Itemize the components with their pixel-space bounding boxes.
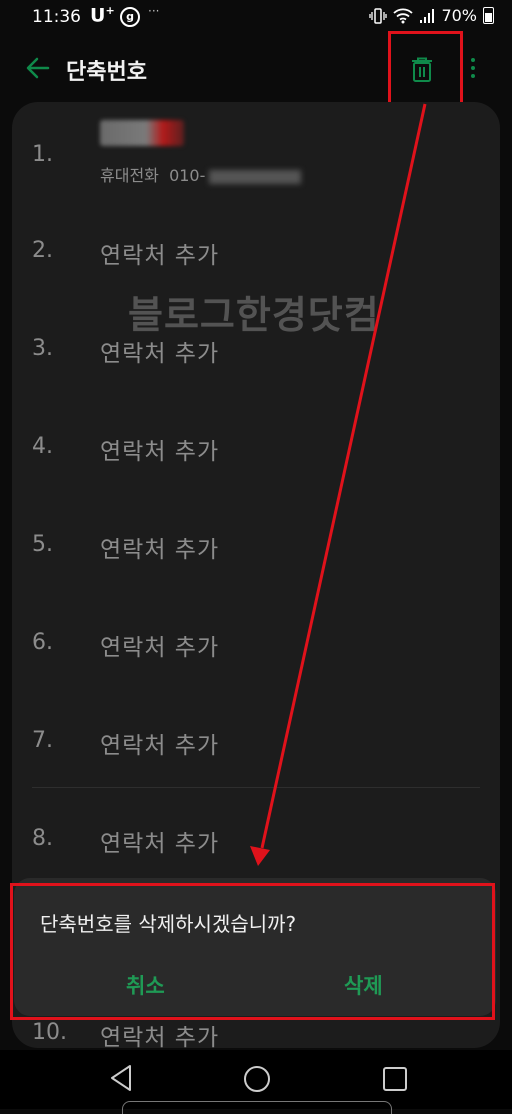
- carrier-logo: U+: [90, 4, 115, 27]
- speed-dial-number: 2.: [32, 238, 53, 263]
- speed-dial-number: 3.: [32, 336, 53, 361]
- nav-home-icon[interactable]: [244, 1066, 270, 1092]
- contact-type: 휴대전화: [100, 166, 159, 185]
- trash-highlight-box: [388, 31, 463, 105]
- list-item[interactable]: 6. 연락처 추가: [12, 592, 500, 690]
- back-arrow-icon[interactable]: [24, 54, 52, 82]
- page-title: 단축번호: [66, 60, 147, 85]
- speed-dial-number: 1.: [32, 142, 53, 167]
- add-contact-label: 연락처 추가: [100, 733, 220, 759]
- vibrate-icon: [369, 7, 388, 24]
- status-bar: 11:36 U+ g ··· 70%: [0, 0, 512, 34]
- battery-icon: [483, 7, 494, 24]
- add-contact-label: 연락처 추가: [100, 635, 220, 661]
- more-vert-icon[interactable]: [468, 54, 478, 84]
- status-time: 11:36: [32, 7, 81, 27]
- add-contact-label: 연락처 추가: [100, 341, 220, 367]
- list-item[interactable]: 8. 연락처 추가: [12, 788, 500, 886]
- more-notifications-icon: ···: [148, 4, 160, 18]
- speed-dial-number: 10.: [32, 1020, 67, 1045]
- speed-dial-number: 8.: [32, 826, 53, 851]
- contact-detail: 휴대전화 010-: [100, 162, 302, 186]
- blurred-phone-number: [209, 169, 302, 184]
- list-item[interactable]: 4. 연락처 추가: [12, 396, 500, 494]
- add-contact-label: 연락처 추가: [100, 1025, 220, 1048]
- add-contact-label: 연락처 추가: [100, 537, 220, 563]
- nav-recent-icon[interactable]: [383, 1067, 407, 1091]
- status-indicators: 70%: [369, 6, 494, 25]
- list-item[interactable]: 5. 연락처 추가: [12, 494, 500, 592]
- nav-back-icon[interactable]: [108, 1064, 134, 1092]
- watermark: 블로그한경닷컴: [128, 293, 380, 337]
- signal-icon: [420, 8, 435, 23]
- list-item[interactable]: 1. 휴대전화 010-: [12, 102, 500, 200]
- list-item[interactable]: 7. 연락처 추가: [12, 690, 500, 788]
- speed-dial-number: 6.: [32, 630, 53, 655]
- speed-dial-number: 5.: [32, 532, 53, 557]
- dialog-highlight-box: [10, 883, 495, 1020]
- add-contact-label: 연락처 추가: [100, 439, 220, 465]
- carrier-badge-icon: g: [120, 7, 140, 27]
- battery-percent: 70%: [441, 6, 477, 25]
- wifi-icon: [393, 8, 414, 23]
- speed-dial-number: 4.: [32, 434, 53, 459]
- home-indicator: [122, 1101, 392, 1114]
- phone-prefix: 010-: [169, 166, 206, 185]
- add-contact-label: 연락처 추가: [100, 243, 220, 269]
- blurred-contact-name: [100, 120, 184, 146]
- speed-dial-number: 7.: [32, 728, 53, 753]
- add-contact-label: 연락처 추가: [100, 831, 220, 857]
